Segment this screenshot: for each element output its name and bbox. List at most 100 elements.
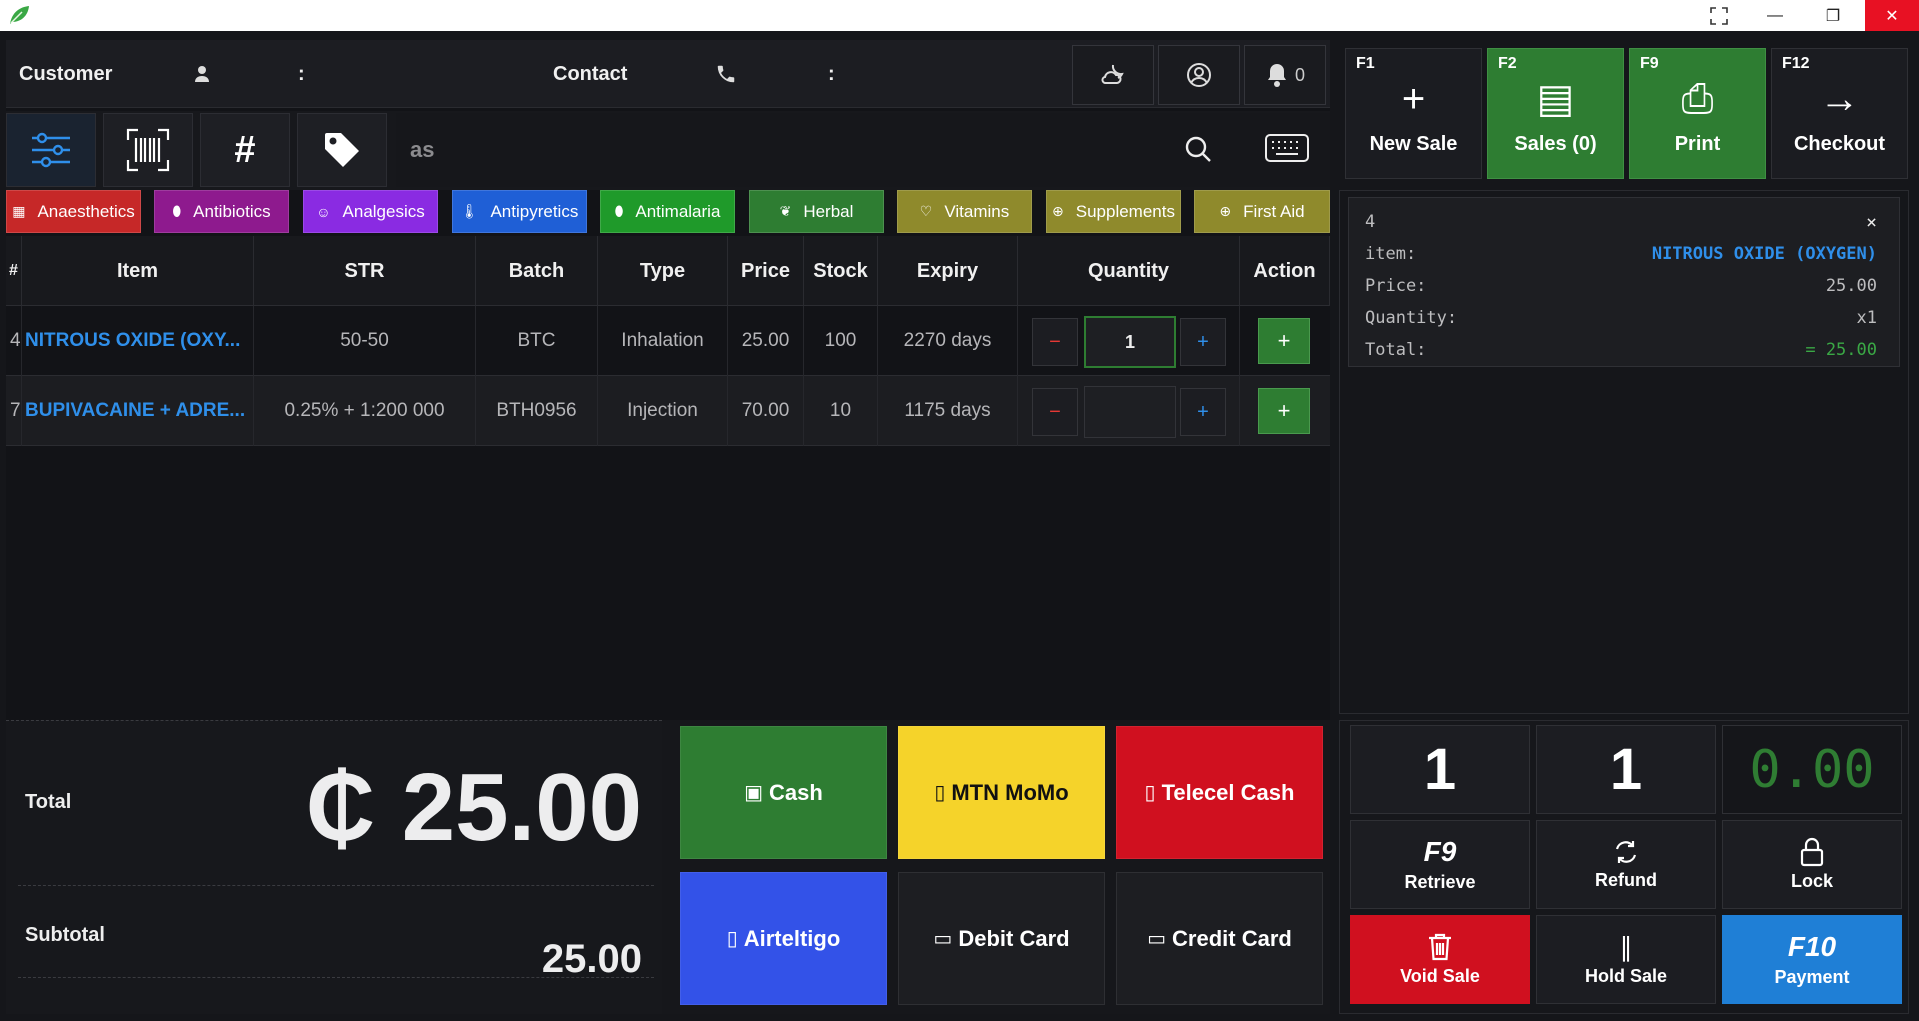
void-sale-button[interactable]: Void Sale [1350, 915, 1530, 1004]
phone-icon [715, 40, 737, 108]
hash-icon: # [234, 128, 256, 171]
cart-item-card: 4 × item: NITROUS OXIDE (OXYGEN) Price: … [1348, 197, 1900, 367]
payment-method-label: MTN MoMo [951, 779, 1069, 805]
search-input-value: as [410, 137, 435, 162]
tag-icon [325, 133, 359, 167]
payment-method-button[interactable]: ▭ Debit Card [898, 872, 1105, 1005]
person-icon [194, 40, 210, 108]
category-chip[interactable]: ♡ Vitamins [897, 190, 1032, 233]
products-table: # Item STR Batch Type Price Stock Expiry Quantit… [6, 236, 1330, 446]
function-button[interactable]: F2 ▤ Sales (0) [1487, 48, 1624, 179]
payment-method-button[interactable]: ▯ Telecel Cash [1116, 726, 1323, 859]
function-button[interactable]: F1 + New Sale [1345, 48, 1482, 179]
cart-price-label: Price: [1365, 276, 1427, 296]
increase-quantity-button[interactable]: + [1180, 318, 1226, 366]
refund-button[interactable]: Refund [1536, 820, 1716, 909]
cart-quantity-label: Quantity: [1365, 308, 1458, 328]
pause-icon: ∥ [1619, 932, 1633, 962]
hold-sale-button[interactable]: ∥ Hold Sale [1536, 915, 1716, 1004]
totals-panel: Total ₵ 25.00 Subtotal 25.00 [6, 720, 662, 1014]
function-label: Sales (0) [1514, 133, 1597, 155]
search-input[interactable]: as [396, 113, 1330, 187]
heart-icon: ♡ [919, 203, 933, 219]
retrieve-key: F9 [1423, 836, 1457, 867]
function-key: F9 [1640, 55, 1659, 72]
cell-price: 70.00 [728, 376, 804, 446]
keyboard-icon[interactable] [1264, 133, 1310, 168]
divider [18, 977, 654, 978]
add-to-cart-button[interactable]: + [1258, 318, 1310, 364]
payment-method-button[interactable]: ▭ Credit Card [1116, 872, 1323, 1005]
decrease-quantity-button[interactable]: − [1032, 318, 1078, 366]
payment-method-button[interactable]: ▣ Cash [680, 726, 887, 859]
user-account-button[interactable] [1158, 45, 1240, 105]
function-button[interactable]: F12 → Checkout [1771, 48, 1908, 179]
phone-icon: ▯ [1144, 782, 1156, 804]
function-key: F2 [1498, 55, 1517, 72]
sliders-icon [32, 132, 70, 168]
search-row: # as [6, 111, 1330, 190]
payment-method-button[interactable]: ▯ Airteltigo [680, 872, 887, 1005]
category-chip[interactable]: ❦ Herbal [749, 190, 884, 233]
cell-expiry: 2270 days [878, 306, 1018, 376]
hold-sale-label: Hold Sale [1584, 966, 1668, 986]
category-chip[interactable]: 🌡︎ Antipyretics [452, 190, 587, 233]
add-to-cart-button[interactable]: + [1258, 388, 1310, 434]
increase-quantity-button[interactable]: + [1180, 388, 1226, 436]
cell-item[interactable]: BUPIVACAINE + ADRE... [22, 376, 254, 446]
title-bar: — ❐ ✕ [0, 0, 1919, 31]
category-chip[interactable]: ⬮ Antibiotics [154, 190, 289, 233]
cell-id: 4 [6, 306, 22, 376]
column-header: Item [22, 236, 254, 306]
function-button[interactable]: F9 ⎙ Print [1629, 48, 1766, 179]
barcode-scan-button[interactable] [103, 113, 193, 187]
theme-toggle-button[interactable] [1072, 45, 1154, 105]
void-sale-label: Void Sale [1400, 966, 1480, 986]
payment-method-button[interactable]: ▯ MTN MoMo [898, 726, 1105, 859]
close-button[interactable]: ✕ [1865, 0, 1919, 31]
lock-button[interactable]: Lock [1722, 820, 1902, 909]
hash-button[interactable]: # [200, 113, 290, 187]
contact-field[interactable] [838, 44, 1058, 104]
phone-icon: ▯ [726, 928, 738, 950]
category-chip[interactable]: ⬮ Antimalaria [600, 190, 735, 233]
category-label: Vitamins [944, 201, 1010, 221]
card-icon: ▭ [933, 928, 953, 950]
category-chip[interactable]: ⊕ First Aid [1194, 190, 1330, 233]
cell-expiry: 1175 days [878, 376, 1018, 446]
refund-label: Refund [1595, 870, 1657, 890]
tag-button[interactable] [297, 113, 387, 187]
total-label: Total [25, 791, 72, 813]
close-icon[interactable]: × [1866, 212, 1877, 233]
category-chip[interactable]: ☺ Analgesics [303, 190, 438, 233]
table-row[interactable]: 4 NITROUS OXIDE (OXY... 50-50 BTC Inhalation… [6, 306, 1330, 376]
payment-button[interactable]: F10 Payment [1722, 915, 1902, 1004]
filter-button[interactable] [6, 113, 96, 187]
cell-item[interactable]: NITROUS OXIDE (OXY... [22, 306, 254, 376]
customer-label: Customer [19, 62, 113, 85]
retrieve-button[interactable]: F9 Retrieve [1350, 820, 1530, 909]
category-chip[interactable]: ⊕ Supplements [1046, 190, 1181, 233]
restore-button[interactable]: ❐ [1810, 0, 1856, 31]
cell-batch: BTH0956 [476, 376, 598, 446]
function-label: New Sale [1369, 133, 1458, 155]
cart-item-id: 4 [1365, 212, 1376, 232]
barcode-icon [126, 128, 170, 172]
fullscreen-icon[interactable] [1696, 0, 1742, 31]
cell-str: 0.25% + 1:200 000 [254, 376, 476, 446]
table-row[interactable]: 7 BUPIVACAINE + ADRE... 0.25% + 1:200 000 B… [6, 376, 1330, 446]
cell-stock: 100 [804, 306, 878, 376]
payment-method-label: Telecel Cash [1161, 779, 1295, 805]
quantity-input[interactable]: 1 [1084, 316, 1176, 368]
decrease-quantity-button[interactable]: − [1032, 388, 1078, 436]
notifications-button[interactable]: 0 [1244, 45, 1326, 105]
payment-methods: ▣ Cash ▯ MTN MoMo ▯ Telecel Cash ▯ Airteltigo ▭ D… [662, 720, 1330, 1014]
category-chip[interactable]: ▦ Anaesthetics [6, 190, 141, 233]
search-icon[interactable] [1184, 135, 1212, 168]
quantity-input[interactable] [1084, 386, 1176, 438]
subtotal-value: 25.00 [541, 937, 642, 981]
customer-name-field[interactable] [308, 44, 528, 104]
minimize-button[interactable]: — [1752, 0, 1798, 31]
payment-method-label: Airteltigo [743, 925, 841, 951]
category-label: Anaesthetics [37, 201, 135, 221]
